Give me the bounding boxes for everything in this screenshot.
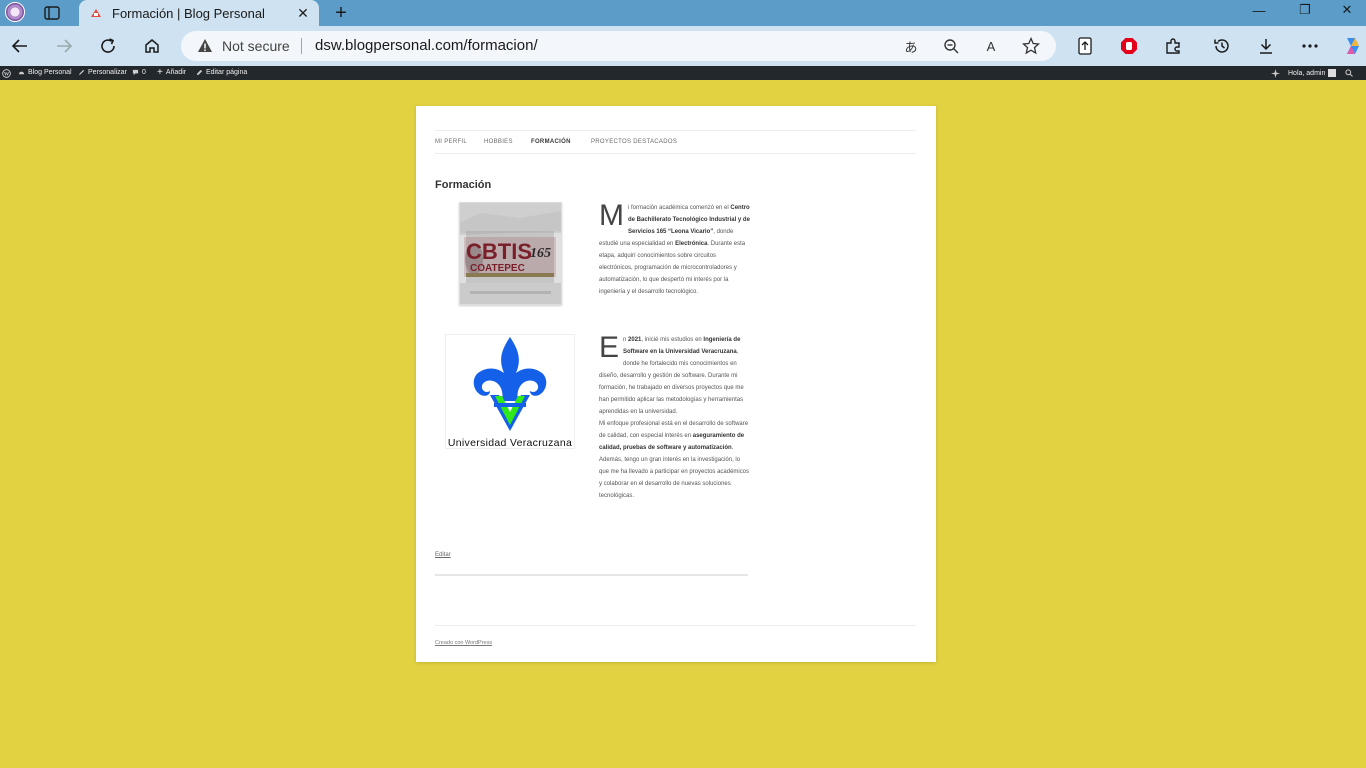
browser-toolbar: Not secure dsw.blogpersonal.com/formacio… xyxy=(0,26,1366,66)
formation-paragraph-2: En 2021, inicié mis estudios en Ingenier… xyxy=(599,331,750,500)
warning-icon[interactable] xyxy=(197,38,213,54)
minimize-button[interactable]: — xyxy=(1236,0,1282,20)
admin-add-new-label: Añadir xyxy=(165,69,187,76)
admin-greeting: Hola, admin xyxy=(1288,69,1326,77)
back-arrow-icon[interactable] xyxy=(7,34,33,58)
url-text[interactable]: dsw.blogpersonal.com/formacion/ xyxy=(315,37,538,54)
home-icon[interactable] xyxy=(139,34,165,58)
maximize-button[interactable]: ❐ xyxy=(1282,0,1328,20)
tab-actions-icon[interactable] xyxy=(40,3,64,23)
admin-avatar xyxy=(1328,69,1337,77)
tab-active[interactable]: Formación | Blog Personal ✕ xyxy=(79,0,319,26)
browser-tab-strip: Formación | Blog Personal ✕ + — ❐ ✕ xyxy=(0,0,1366,26)
site-favicon-icon xyxy=(89,6,103,20)
zoom-icon[interactable] xyxy=(940,36,962,56)
admin-add-new-link[interactable]: + Añadir xyxy=(157,67,187,78)
footer-credit-link[interactable]: Creado con WordPress xyxy=(435,640,492,646)
edit-page-link[interactable]: Editar xyxy=(435,552,451,558)
nav-item-formacion[interactable]: FORMACIÓN xyxy=(531,139,571,145)
brush-icon xyxy=(78,69,85,76)
comment-icon xyxy=(132,69,139,76)
wp-admin-bar: W Blog Personal Personalizar 0 + Añadir … xyxy=(0,66,1366,80)
page-title: Formación xyxy=(435,179,492,191)
forward-arrow-icon[interactable] xyxy=(51,34,77,58)
uv-logo-image: Universidad Veracruzana xyxy=(445,334,575,449)
adblock-icon[interactable] xyxy=(1116,34,1142,58)
refresh-icon[interactable] xyxy=(95,34,121,58)
search-icon[interactable] xyxy=(1345,69,1353,77)
formation-paragraph-1: Mi formación académica comenzó en el Cen… xyxy=(599,199,750,296)
cbtis-logo-city: COATEPEC xyxy=(470,263,525,274)
cbtis-logo-image: CBTIS 165 COATEPEC xyxy=(459,202,562,305)
nav-item-mi-perfil[interactable]: MI PERFIL xyxy=(435,139,467,145)
cbtis-logo-number: 165 xyxy=(530,246,551,261)
uv-logo-caption: Universidad Veracruzana xyxy=(448,437,572,448)
address-bar[interactable]: Not secure dsw.blogpersonal.com/formacio… xyxy=(181,31,1056,61)
tab-close-icon[interactable]: ✕ xyxy=(292,2,314,24)
new-tab-button[interactable]: + xyxy=(330,2,352,24)
address-divider xyxy=(301,38,302,54)
cbtis-logo-text: CBTIS xyxy=(466,239,532,264)
admin-edit-page-link[interactable]: Editar página xyxy=(196,69,247,76)
more-menu-icon[interactable] xyxy=(1297,34,1323,58)
admin-customize-label: Personalizar xyxy=(88,69,127,76)
nav-item-hobbies[interactable]: HOBBIES xyxy=(484,139,513,145)
close-window-button[interactable]: ✕ xyxy=(1328,0,1366,20)
page-container: MI PERFIL HOBBIES FORMACIÓN PROYECTOS DE… xyxy=(416,106,936,662)
favorite-star-icon[interactable] xyxy=(1020,36,1042,56)
admin-account-menu[interactable]: Hola, admin xyxy=(1288,69,1337,77)
admin-comments-count: 0 xyxy=(142,69,146,76)
wordpress-logo-icon[interactable]: W xyxy=(2,69,11,78)
dashboard-icon xyxy=(18,71,25,75)
downloads-icon[interactable] xyxy=(1253,34,1279,58)
plus-icon: + xyxy=(157,67,163,78)
content-divider xyxy=(435,574,748,576)
sparkle-icon[interactable] xyxy=(1271,69,1280,78)
admin-edit-page-label: Editar página xyxy=(206,69,248,76)
profile-avatar-icon[interactable] xyxy=(3,1,27,23)
copilot-icon[interactable] xyxy=(1339,34,1365,58)
main-navigation: MI PERFIL HOBBIES FORMACIÓN PROYECTOS DE… xyxy=(435,130,916,154)
extensions-icon[interactable] xyxy=(1160,34,1186,58)
pencil-icon xyxy=(196,69,203,76)
admin-site-link[interactable]: Blog Personal xyxy=(18,69,72,76)
tab-title: Formación | Blog Personal xyxy=(112,5,265,21)
admin-comments-link[interactable]: 0 xyxy=(132,69,146,76)
admin-site-name: Blog Personal xyxy=(28,69,72,76)
admin-customize-link[interactable]: Personalizar xyxy=(78,69,127,76)
read-aloud-icon[interactable]: A xyxy=(980,36,1002,56)
history-icon[interactable] xyxy=(1209,34,1235,58)
svg-text:W: W xyxy=(4,72,10,78)
not-secure-label[interactable]: Not secure xyxy=(222,38,290,54)
translate-icon[interactable]: あ xyxy=(900,36,922,56)
nav-item-proyectos-destacados[interactable]: PROYECTOS DESTACADOS xyxy=(591,139,677,145)
footer-divider xyxy=(435,625,916,626)
extension-upload-icon[interactable] xyxy=(1072,34,1098,58)
